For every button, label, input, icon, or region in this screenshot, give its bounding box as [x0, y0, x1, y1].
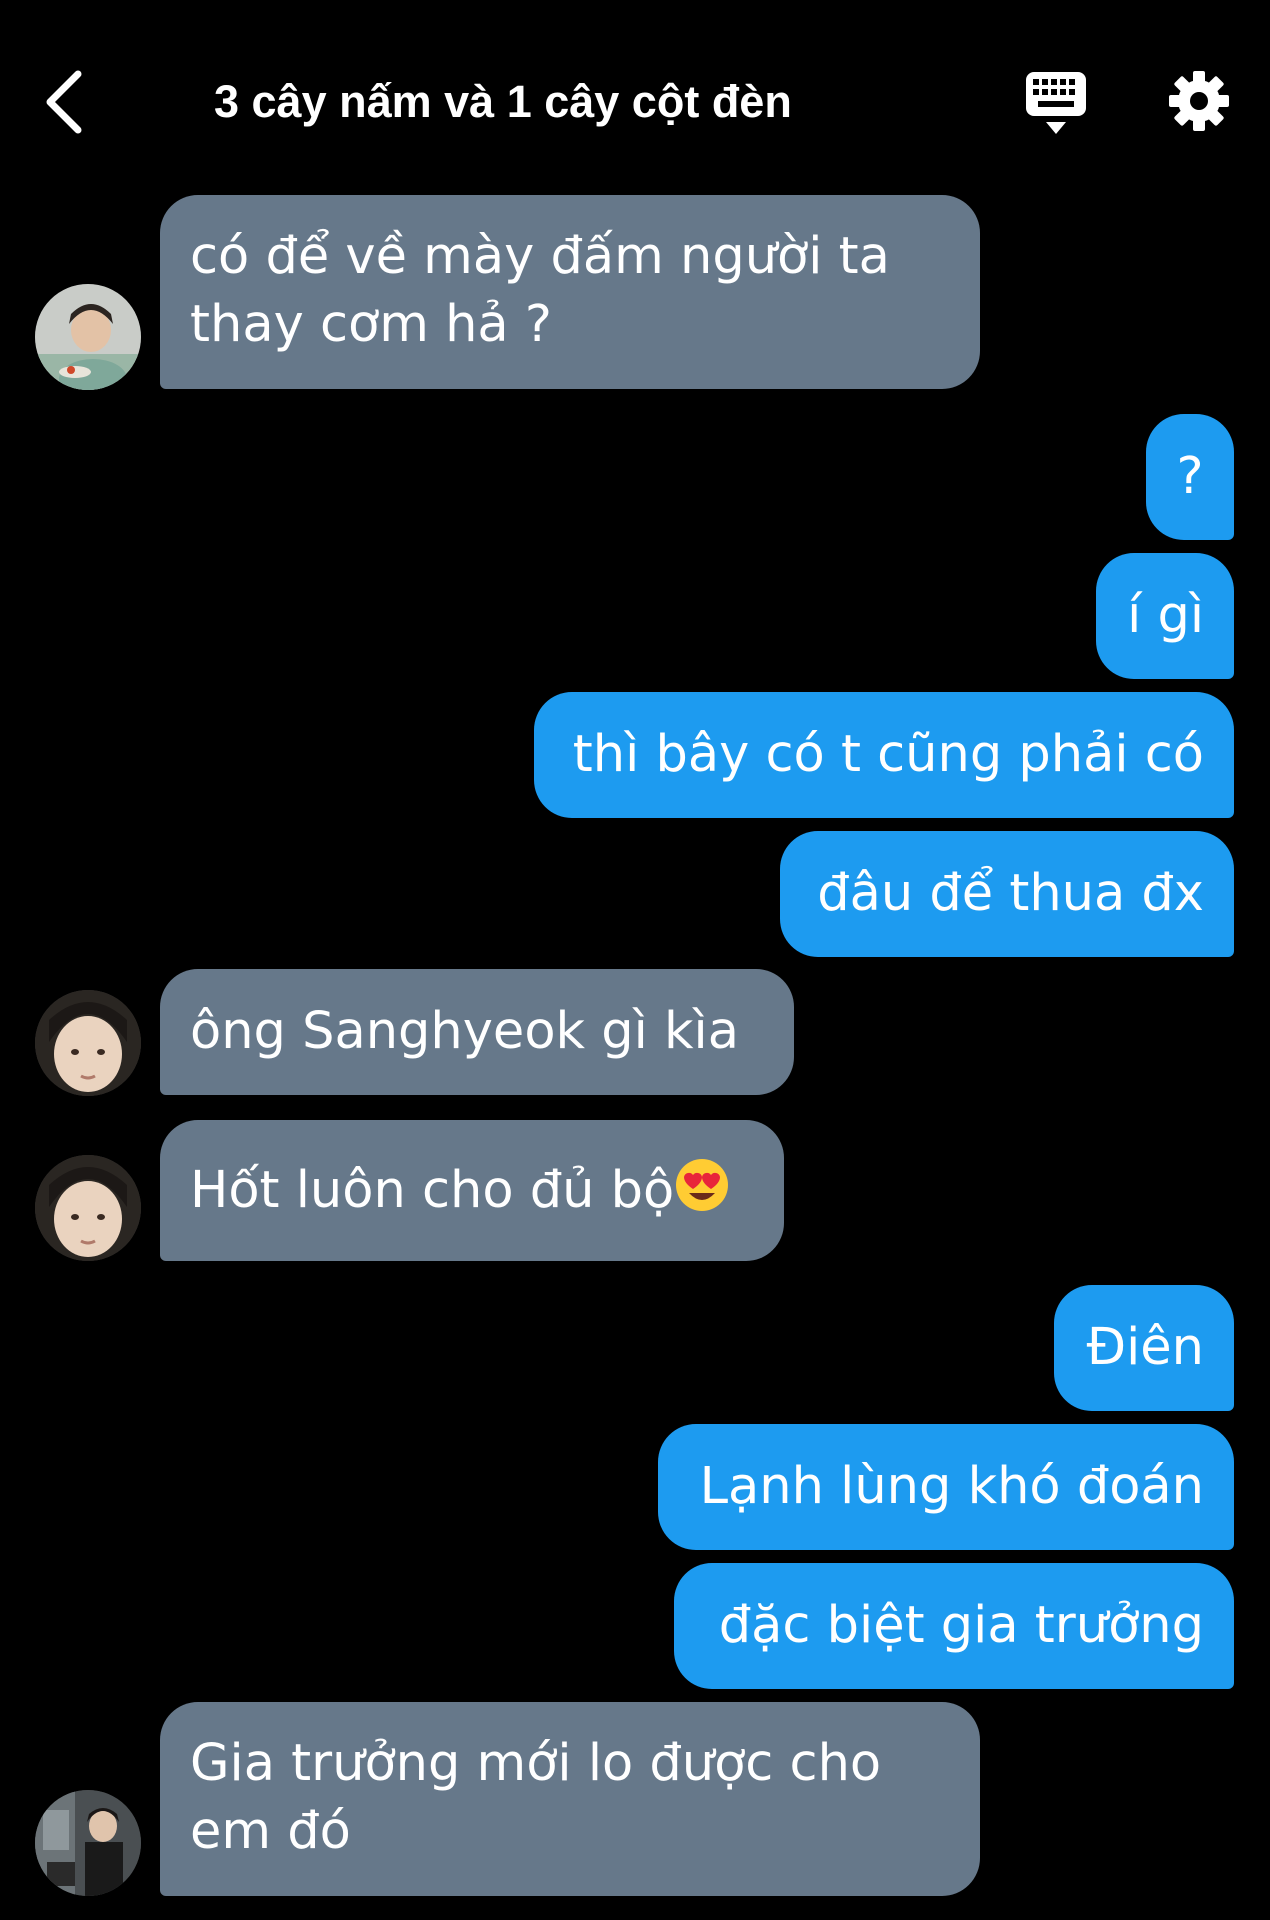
message-text: Hốt luôn cho đủ bộ — [190, 1161, 675, 1220]
keyboard-button[interactable] — [1024, 70, 1088, 138]
message-bubble-outgoing: thì bây có t cũng phải có — [534, 692, 1234, 818]
message-bubble-outgoing: Điên — [1054, 1285, 1234, 1411]
message-bubble-incoming: ông Sanghyeok gì kìa — [160, 969, 794, 1095]
message-bubble-outgoing: ? — [1146, 414, 1234, 540]
back-button[interactable] — [40, 62, 90, 142]
avatar[interactable] — [35, 1155, 141, 1261]
settings-button[interactable] — [1168, 70, 1230, 132]
message-bubble-outgoing: đâu để thua đx — [780, 831, 1234, 957]
keyboard-icon — [1026, 72, 1086, 134]
message-bubble-incoming: Hốt luôn cho đủ bộ — [160, 1120, 784, 1261]
avatar[interactable] — [35, 990, 141, 1096]
message-bubble-outgoing: đặc biệt gia trưởng — [674, 1563, 1234, 1689]
heart-eyes-emoji — [676, 1159, 729, 1211]
message-bubble-incoming: có để về mày đấm người ta thay cơm hả ? — [160, 195, 980, 389]
chevron-left-icon — [46, 70, 82, 134]
chat-header: 3 cây nấm và 1 cây cột đèn — [0, 0, 1270, 190]
avatar[interactable] — [35, 1790, 141, 1896]
conversation-title: 3 cây nấm và 1 cây cột đèn — [214, 76, 792, 127]
gear-icon — [1169, 71, 1229, 131]
message-bubble-outgoing: í gì — [1096, 553, 1234, 679]
message-bubble-incoming: Gia trưởng mới lo được cho em đó — [160, 1702, 980, 1896]
avatar[interactable] — [35, 284, 141, 390]
message-bubble-outgoing: Lạnh lùng khó đoán — [658, 1424, 1234, 1550]
